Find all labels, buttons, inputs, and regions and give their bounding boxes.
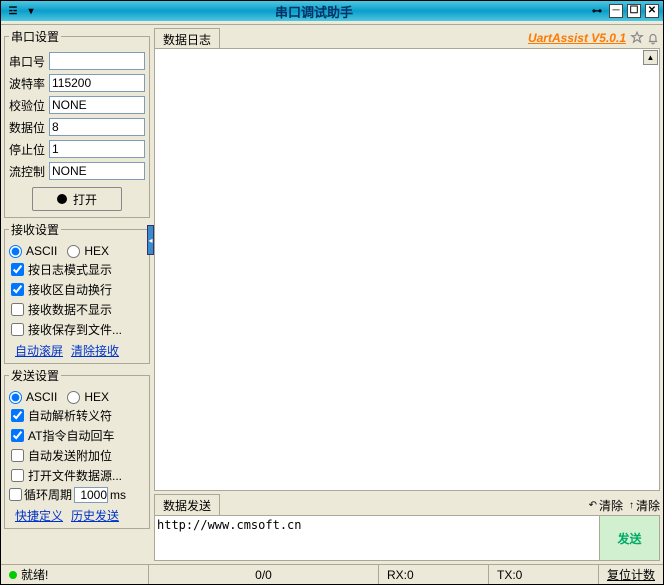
status-ready: 就绪!	[21, 566, 48, 583]
parity-label: 校验位	[9, 97, 49, 114]
chk-hide-recv-label: 接收数据不显示	[28, 301, 112, 318]
chk-file-src[interactable]	[11, 469, 24, 482]
link-clear-recv[interactable]: 清除接收	[71, 342, 119, 359]
brand-label[interactable]: UartAssist V5.0.1	[528, 31, 626, 45]
scroll-up-icon[interactable]: ▲	[643, 50, 658, 65]
chk-autowrap-label: 接收区自动换行	[28, 281, 112, 298]
chk-hide-recv[interactable]	[11, 303, 24, 316]
right-panel: 数据日志 UartAssist V5.0.1 ▲ ◂ 数据发送	[154, 28, 660, 561]
stopbits-label: 停止位	[9, 141, 49, 158]
favorite-icon[interactable]	[630, 31, 644, 45]
flow-label: 流控制	[9, 163, 49, 180]
chk-escape-label: 自动解析转义符	[28, 407, 112, 424]
baud-select[interactable]: 115200	[49, 74, 145, 92]
chk-cycle[interactable]	[9, 488, 22, 501]
recv-ascii-label: ASCII	[26, 244, 57, 258]
link-autoscroll[interactable]: 自动滚屏	[15, 342, 63, 359]
recv-ascii-radio[interactable]	[9, 245, 22, 258]
port-settings-legend: 串口设置	[9, 28, 61, 45]
stopbits-select[interactable]: 1	[49, 140, 145, 158]
log-area[interactable]: ▲ ◂	[154, 48, 660, 491]
statusbar: 就绪! 0/0 RX:0 TX:0 复位计数	[1, 564, 663, 584]
port-select[interactable]	[49, 52, 145, 70]
up-icon: ↑	[629, 500, 634, 511]
link-shortcut[interactable]: 快捷定义	[15, 507, 63, 524]
app-icon: ☲	[5, 4, 21, 18]
open-button-label: 打开	[73, 191, 97, 208]
bell-icon[interactable]	[646, 31, 660, 45]
chk-escape[interactable]	[11, 409, 24, 422]
collapse-handle[interactable]: ◂	[147, 225, 154, 255]
send-settings-group: 发送设置 ASCII HEX 自动解析转义符 AT指令自动回车 自动发送附加位 …	[4, 367, 150, 529]
main-window: ☲ ▾ 串口调试助手 ⊶ ─ ☐ ✕ 串口设置 串口号 波特率115200 校验…	[0, 0, 664, 585]
send-hex-label: HEX	[84, 390, 109, 404]
pin-icon[interactable]: ⊶	[589, 4, 605, 18]
chk-at-cr[interactable]	[11, 429, 24, 442]
chk-cycle-label: 循环周期	[24, 486, 72, 503]
window-title: 串口调试助手	[39, 2, 589, 21]
status-dot-icon	[57, 194, 67, 204]
status-tx: TX:0	[489, 565, 599, 584]
port-settings-group: 串口设置 串口号 波特率115200 校验位NONE 数据位8 停止位1 流控制…	[4, 28, 150, 218]
databits-label: 数据位	[9, 119, 49, 136]
maximize-button[interactable]: ☐	[627, 4, 641, 18]
dropdown-icon[interactable]: ▾	[23, 4, 39, 18]
undo-icon: ↶	[589, 500, 597, 511]
recv-settings-legend: 接收设置	[9, 221, 61, 238]
status-rx: RX:0	[379, 565, 489, 584]
send-ascii-radio[interactable]	[9, 391, 22, 404]
chk-append-label: 自动发送附加位	[28, 447, 112, 464]
chk-save-file[interactable]	[11, 323, 24, 336]
clear-right-button[interactable]: ↑清除	[629, 497, 660, 514]
minimize-button[interactable]: ─	[609, 4, 623, 18]
recv-settings-group: 接收设置 ASCII HEX 按日志模式显示 接收区自动换行 接收数据不显示 接…	[4, 221, 150, 364]
open-button[interactable]: 打开	[32, 187, 122, 211]
chk-append[interactable]	[11, 449, 24, 462]
flow-select[interactable]: NONE	[49, 162, 145, 180]
recv-hex-radio[interactable]	[67, 245, 80, 258]
recv-hex-label: HEX	[84, 244, 109, 258]
send-ascii-label: ASCII	[26, 390, 57, 404]
databits-select[interactable]: 8	[49, 118, 145, 136]
titlebar: ☲ ▾ 串口调试助手 ⊶ ─ ☐ ✕	[1, 1, 663, 21]
chk-at-cr-label: AT指令自动回车	[28, 427, 114, 444]
cycle-input[interactable]	[74, 487, 108, 503]
send-input[interactable]	[155, 516, 599, 560]
baud-label: 波特率	[9, 75, 49, 92]
chk-logmode[interactable]	[11, 263, 24, 276]
clear-left-button[interactable]: ↶清除	[589, 497, 623, 514]
status-mid: 0/0	[149, 565, 379, 584]
log-tab[interactable]: 数据日志	[154, 28, 220, 50]
link-history[interactable]: 历史发送	[71, 507, 119, 524]
port-label: 串口号	[9, 53, 49, 70]
cycle-unit: ms	[110, 488, 126, 502]
chk-logmode-label: 按日志模式显示	[28, 261, 112, 278]
close-button[interactable]: ✕	[645, 4, 659, 18]
send-hex-radio[interactable]	[67, 391, 80, 404]
ready-dot-icon	[9, 571, 17, 579]
chk-autowrap[interactable]	[11, 283, 24, 296]
left-panel: 串口设置 串口号 波特率115200 校验位NONE 数据位8 停止位1 流控制…	[4, 28, 150, 561]
send-tab[interactable]: 数据发送	[154, 494, 220, 516]
chk-file-src-label: 打开文件数据源...	[28, 467, 122, 484]
send-settings-legend: 发送设置	[9, 367, 61, 384]
parity-select[interactable]: NONE	[49, 96, 145, 114]
reset-counter-button[interactable]: 复位计数	[599, 566, 663, 583]
send-button[interactable]: 发送	[599, 516, 659, 560]
chk-save-file-label: 接收保存到文件...	[28, 321, 122, 338]
